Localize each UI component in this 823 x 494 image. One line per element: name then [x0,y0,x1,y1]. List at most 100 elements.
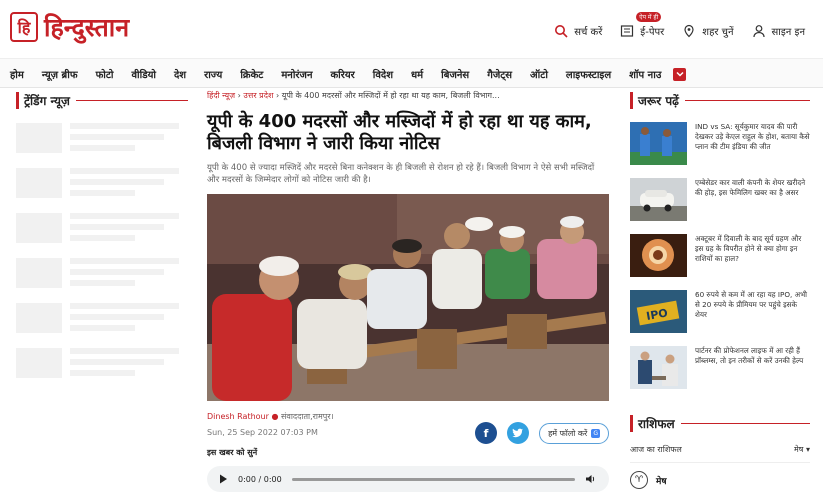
skeleton-thumb [16,348,62,378]
breadcrumb: हिंदी न्यूज़ › उत्तर प्रदेश › यूपी के 40… [207,90,609,101]
skeleton-line [70,123,179,129]
article-summary: यूपी के 400 से ज्यादा मस्जिदें और मदरसे … [207,163,595,185]
main-nav: होम न्यूज़ ब्रीफ फोटो वीडियो देश राज्य क… [0,58,823,88]
breadcrumb-current: यूपी के 400 मदरसों और मस्जिदों में हो रह… [281,91,500,100]
search-button[interactable]: सर्च करें [554,24,602,38]
must-read-title-text: जरूर पढ़ें [638,94,679,108]
solar-eclipse-image [630,234,687,277]
nav-item-lifestyle[interactable]: लाइफस्टाइल [566,67,611,81]
site-header: हि हिन्दुस्तान सर्च करें ऐप में ही ई-पेप… [0,0,823,58]
skeleton-line [70,179,165,185]
news-thumbnail [630,234,687,277]
madrasa-students-image [207,194,609,401]
nav-item-auto[interactable]: ऑटो [530,67,548,81]
horoscope-section-title: राशिफल [630,415,810,432]
horoscope-title-text: राशिफल [638,417,675,431]
skeleton-line [70,280,135,286]
epaper-label: ई-पेपर [640,27,665,38]
horoscope-selector-row: आज का राशिफल मेष ▾ [630,444,810,463]
nav-item-gadgets[interactable]: गैजेट्स [487,67,512,81]
user-icon [752,25,765,38]
nav-item-video[interactable]: वीडियो [132,67,156,81]
title-rule [680,423,810,424]
nav-item-home[interactable]: होम [10,67,24,81]
must-read-item[interactable]: IND vs SA: सूर्यकुमार यादव की पारी देखकर… [630,122,810,165]
skeleton-item [16,213,188,246]
skeleton-item [16,123,188,156]
volume-icon[interactable] [585,474,597,484]
horoscope-widget: राशिफल आज का राशिफल मेष ▾ ♈ मेष [630,415,810,489]
trending-title-text: ट्रेंडिंग न्यूज़ [24,94,70,108]
epaper-button[interactable]: ऐप में ही ई-पेपर [620,12,665,38]
google-news-icon: G [591,428,600,438]
nav-item-business[interactable]: बिजनेस [441,67,469,81]
news-thumbnail: IPO [630,290,687,333]
skeleton-thumb [16,168,62,198]
nav-item-cricket[interactable]: क्रिकेट [240,67,263,81]
skeleton-thumb [16,123,62,153]
skeleton-line [70,190,135,196]
nav-more-button[interactable] [673,67,687,81]
skeleton-thumb [16,258,62,288]
nav-item-photo[interactable]: फोटो [96,67,114,81]
skeleton-thumb [16,303,62,333]
nav-item-entertainment[interactable]: मनोरंजन [281,67,312,81]
skeleton-item [16,258,188,291]
couple-office-image [630,346,687,389]
news-thumbnail [630,178,687,221]
news-title: पार्टनर की प्रोफेशनल लाइफ में आ रही हैं … [695,346,804,365]
title-rule [684,100,810,101]
ipo-blocks-image: IPO [630,290,687,333]
skeleton-line [70,224,165,230]
horoscope-sign-row[interactable]: ♈ मेष [630,471,810,489]
play-icon[interactable] [219,474,228,484]
nav-item-shop-now[interactable]: शॉप नाउ [629,67,661,81]
author-name[interactable]: Dinesh Rathour [207,412,269,421]
audio-progress-bar[interactable] [291,477,575,481]
horoscope-today-label: आज का राशिफल [630,445,682,454]
city-label: शहर चुनें [702,27,734,38]
nav-item-religion[interactable]: धर्म [411,67,423,81]
must-read-section-title: जरूर पढ़ें [630,92,810,109]
nav-item-career[interactable]: करियर [331,67,355,81]
search-icon [555,25,568,38]
must-read-item[interactable]: IPO 60 रुपये से कम में आ रहा यह IPO, अभी… [630,290,810,333]
skeleton-line [70,258,179,264]
signin-label: साइन इन [771,27,805,38]
must-read-item[interactable]: अक्टूबर में दिवाली के बाद सूर्य ग्रहण और… [630,234,810,277]
follow-label: हमें फॉलो करें [548,428,588,438]
horoscope-select-value: मेष [794,445,804,454]
nav-item-news-brief[interactable]: न्यूज़ ब्रीफ [42,67,78,81]
trending-section-title: ट्रेंडिंग न्यूज़ [16,92,188,109]
news-thumbnail [630,346,687,389]
follow-google-news-button[interactable]: हमें फॉलो करें G [539,422,609,444]
skeleton-line [70,359,165,365]
must-read-item[interactable]: एम्बेसेडर कार वाली कंपनी के शेयर खरीदने … [630,178,810,221]
nav-item-country[interactable]: देश [174,67,186,81]
trending-column: ट्रेंडिंग न्यूज़ [16,92,188,393]
logo-mark[interactable]: हि [10,12,38,42]
skeleton-item [16,348,188,381]
skeleton-line [70,134,165,140]
author-block: Dinesh Rathour ● संवाददाता,रामपुर। [207,411,334,422]
breadcrumb-home[interactable]: हिंदी न्यूज़ [207,91,235,100]
share-bar: f हमें फॉलो करें G [475,422,609,444]
facebook-share-button[interactable]: f [475,422,498,444]
aries-icon: ♈ [630,471,648,489]
chevron-down-icon: ▾ [805,445,810,454]
horoscope-sign-select[interactable]: मेष ▾ [794,444,810,455]
ambassador-car-image [630,178,687,221]
twitter-share-button[interactable] [507,422,530,444]
skeleton-line [70,269,165,275]
city-select-button[interactable]: शहर चुनें [682,24,734,38]
nav-item-world[interactable]: विदेश [373,67,393,81]
signin-button[interactable]: साइन इन [752,24,805,38]
skeleton-item [16,168,188,201]
skeleton-line [70,325,135,331]
skeleton-thumb [16,213,62,243]
nav-item-state[interactable]: राज्य [204,67,222,81]
breadcrumb-state[interactable]: उत्तर प्रदेश [243,91,273,100]
must-read-item[interactable]: पार्टनर की प्रोफेशनल लाइफ में आ रही हैं … [630,346,810,389]
logo-text[interactable]: हिन्दुस्तान [44,10,129,44]
article-headline: यूपी के 400 मदरसों और मस्जिदों में हो रह… [207,111,592,154]
